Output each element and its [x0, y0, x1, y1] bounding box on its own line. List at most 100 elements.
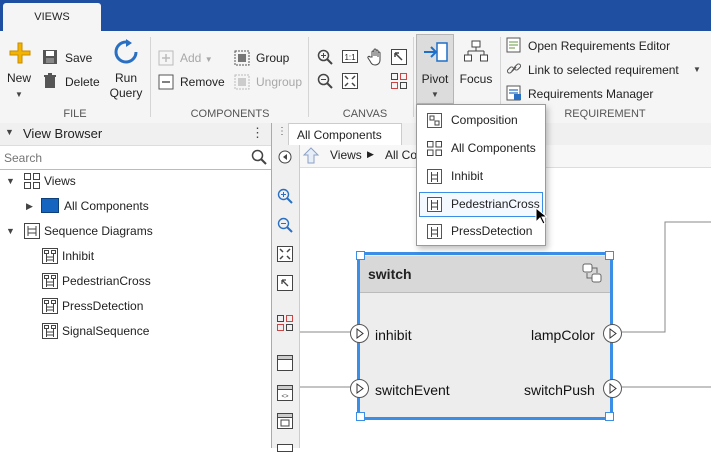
reference-component-icon[interactable]: <> — [277, 385, 293, 404]
breadcrumb-separator-icon: ▶ — [367, 149, 374, 159]
port-label: switchEvent — [375, 382, 450, 398]
tree-item-pedestrian-cross[interactable]: PedestrianCross — [0, 269, 271, 293]
svg-text:1:1: 1:1 — [344, 53, 356, 62]
selection-handle[interactable] — [356, 412, 365, 421]
stateflow-behavior-icon — [580, 261, 604, 288]
chevron-down-icon[interactable]: ▼ — [693, 62, 701, 78]
arrange-icon[interactable] — [391, 73, 407, 92]
port-label: inhibit — [375, 327, 412, 343]
selection-handle[interactable] — [605, 251, 614, 260]
new-button[interactable]: New ▼ — [3, 71, 35, 102]
back-icon[interactable] — [278, 150, 292, 167]
sequence-diagram-icon — [42, 323, 58, 347]
component-icon[interactable] — [277, 355, 293, 374]
pivot-button[interactable]: Pivot ▼ — [416, 34, 454, 104]
tree-item-views[interactable]: ▼ Views — [0, 169, 271, 193]
fit-to-view-icon[interactable] — [277, 246, 293, 265]
view-browser-title: View Browser — [23, 126, 103, 141]
open-requirements-editor-button[interactable]: Open Requirements Editor — [528, 38, 670, 54]
add-button[interactable]: Add ▼ — [180, 50, 213, 68]
zoom-out-icon[interactable] — [317, 73, 333, 92]
fit-to-view-icon[interactable] — [342, 73, 358, 92]
menu-item-inhibit[interactable]: Inhibit — [419, 164, 543, 189]
search-box — [0, 146, 271, 170]
zoom-in-icon[interactable] — [277, 188, 293, 207]
menu-item-label: PressDetection — [451, 224, 533, 238]
pivot-dropdown-menu: Composition All Components Inhibit Pedes… — [416, 104, 546, 246]
link-icon — [506, 61, 522, 80]
pan-hand-icon[interactable] — [367, 48, 385, 69]
collapse-icon[interactable]: ▼ — [5, 127, 14, 137]
requirements-manager-button[interactable]: Requirements Manager — [528, 86, 653, 102]
selection-handle[interactable] — [605, 412, 614, 421]
pivot-label: Pivot — [421, 72, 449, 86]
requirements-manager-icon — [506, 85, 522, 104]
tree-label: PressDetection — [62, 299, 144, 313]
port-lamp-color[interactable] — [603, 324, 622, 343]
view-browser-header: ▼ View Browser ⋮ — [0, 123, 271, 146]
tree-item-sequence-diagrams[interactable]: ▼ Sequence Diagrams — [0, 219, 271, 243]
delete-button[interactable]: Delete — [65, 74, 100, 90]
sequence-diagram-icon — [427, 169, 442, 184]
fit-selection-icon[interactable] — [277, 275, 293, 294]
tab-bar-menu-icon[interactable]: ⋮ — [277, 126, 287, 137]
save-icon — [42, 49, 58, 68]
tab-views[interactable]: VIEWS — [3, 3, 101, 31]
tree-item-inhibit[interactable]: Inhibit — [0, 244, 271, 268]
chevron-down-icon: ▼ — [15, 90, 23, 99]
tree-item-signal-sequence[interactable]: SignalSequence — [0, 319, 271, 343]
breadcrumb-root[interactable]: Views — [330, 148, 362, 162]
zoom-in-icon[interactable] — [317, 49, 333, 68]
ungroup-icon — [234, 74, 250, 93]
components-group-label: COMPONENTS — [190, 108, 270, 120]
port-switch-event[interactable] — [350, 379, 369, 398]
canvas-group-label: CANVAS — [342, 108, 388, 120]
tree-item-press-detection[interactable]: PressDetection — [0, 294, 271, 318]
expand-toggle-icon[interactable]: ▼ — [6, 219, 15, 243]
tree-label: SignalSequence — [62, 324, 150, 338]
zoom-out-icon[interactable] — [277, 217, 293, 236]
tree-item-all-components[interactable]: ▶ All Components — [0, 194, 271, 218]
variant-component-icon[interactable] — [277, 413, 293, 432]
add-icon — [158, 50, 174, 69]
mouse-cursor-icon — [535, 206, 549, 228]
menu-item-press-detection[interactable]: PressDetection — [419, 219, 543, 244]
tab-all-components[interactable]: All Components — [288, 123, 402, 146]
save-button[interactable]: Save — [65, 50, 92, 66]
fit-selection-icon[interactable] — [391, 49, 407, 68]
expand-toggle-icon[interactable]: ▶ — [26, 194, 33, 218]
zoom-100-icon[interactable]: 1:1 — [342, 49, 358, 68]
more-options-icon[interactable]: ⋮ — [251, 125, 264, 141]
port-inhibit[interactable] — [350, 324, 369, 343]
menu-item-label: PedestrianCross — [451, 197, 540, 211]
new-icon — [8, 41, 32, 68]
port-label: switchPush — [524, 382, 595, 398]
menu-item-composition[interactable]: Composition — [419, 108, 543, 133]
views-icon — [427, 141, 442, 156]
sequence-diagram-icon — [427, 224, 442, 239]
arrange-icon[interactable] — [277, 315, 293, 334]
focus-button[interactable]: Focus — [456, 72, 496, 87]
expand-toggle-icon[interactable]: ▼ — [6, 169, 15, 193]
trash-icon — [42, 73, 58, 92]
selection-handle[interactable] — [356, 251, 365, 260]
adapter-icon[interactable] — [277, 441, 293, 455]
up-arrow-icon[interactable] — [302, 147, 320, 167]
run-query-icon — [113, 39, 139, 68]
tree-label: Inhibit — [62, 249, 95, 263]
breadcrumb-current[interactable]: All Co — [385, 148, 417, 162]
search-icon[interactable] — [251, 149, 267, 168]
sequence-diagram-icon — [427, 197, 442, 212]
menu-item-pedestrian-cross[interactable]: PedestrianCross — [419, 192, 543, 217]
pivot-icon — [423, 41, 449, 66]
run-query-button[interactable]: Run Query — [104, 71, 148, 101]
remove-button[interactable]: Remove — [180, 74, 225, 90]
link-to-selected-requirement-button[interactable]: Link to selected requirement — [528, 62, 679, 78]
port-label: lampColor — [531, 327, 595, 343]
port-switch-push[interactable] — [603, 379, 622, 398]
menu-item-all-components[interactable]: All Components — [419, 136, 543, 161]
group-button[interactable]: Group — [256, 50, 289, 66]
requirement-group-label: REQUIREMENT — [564, 108, 646, 120]
search-input[interactable] — [2, 148, 246, 168]
ungroup-button[interactable]: Ungroup — [256, 74, 302, 90]
